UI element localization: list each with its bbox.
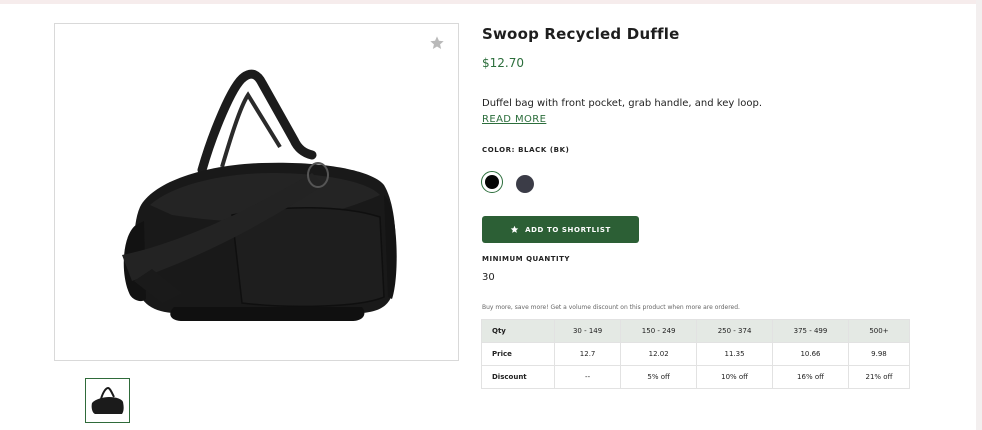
table-cell: Price <box>481 342 555 366</box>
product-image <box>122 69 397 321</box>
table-row: Discount -- 5% off 10% off 16% off 21% o… <box>481 365 911 389</box>
color-label: COLOR: BLACK (BK) <box>482 146 570 154</box>
top-band <box>0 0 982 4</box>
table-cell: 250 - 374 <box>696 319 774 343</box>
table-cell: 500+ <box>847 319 911 343</box>
star-icon <box>510 225 519 233</box>
table-cell: Qty <box>481 319 555 343</box>
table-cell: 150 - 249 <box>620 319 698 343</box>
table-cell: 16% off <box>772 365 849 389</box>
table-cell: 5% off <box>620 365 698 389</box>
product-title: Swoop Recycled Duffle <box>482 25 680 43</box>
table-cell: -- <box>553 365 622 389</box>
volume-discount-note: Buy more, save more! Get a volume discou… <box>482 304 740 311</box>
favorite-star-icon[interactable] <box>429 35 445 51</box>
product-description: Duffel bag with front pocket, grab handl… <box>482 98 762 109</box>
table-row: Qty 30 - 149 150 - 249 250 - 374 375 - 4… <box>481 319 911 343</box>
add-to-shortlist-button[interactable]: ADD TO SHORTLIST <box>482 216 639 243</box>
table-cell: 10% off <box>696 365 774 389</box>
table-cell: 30 - 149 <box>553 319 622 343</box>
table-cell: 375 - 499 <box>772 319 849 343</box>
minimum-quantity-label: MINIMUM QUANTITY <box>482 255 571 263</box>
table-cell: 9.98 <box>847 342 911 366</box>
table-cell: 11.35 <box>696 342 774 366</box>
table-cell: 21% off <box>847 365 911 389</box>
read-more-link[interactable]: READ MORE <box>482 114 546 125</box>
product-price: $12.70 <box>482 56 524 70</box>
table-cell: Discount <box>481 365 555 389</box>
thumbnail-image[interactable] <box>85 378 130 423</box>
table-cell: 12.7 <box>553 342 622 366</box>
swatch-black[interactable] <box>481 171 503 193</box>
table-row: Price 12.7 12.02 11.35 10.66 9.98 <box>481 342 911 366</box>
thumbnail-bag-icon <box>91 386 124 414</box>
scrollbar[interactable] <box>976 0 982 430</box>
table-cell: 10.66 <box>772 342 849 366</box>
table-cell: 12.02 <box>620 342 698 366</box>
minimum-quantity-value: 30 <box>482 272 495 283</box>
volume-pricing-table: Qty 30 - 149 150 - 249 250 - 374 375 - 4… <box>481 319 911 389</box>
add-to-shortlist-label: ADD TO SHORTLIST <box>525 225 611 234</box>
swatch-dark-gray[interactable] <box>516 175 534 193</box>
